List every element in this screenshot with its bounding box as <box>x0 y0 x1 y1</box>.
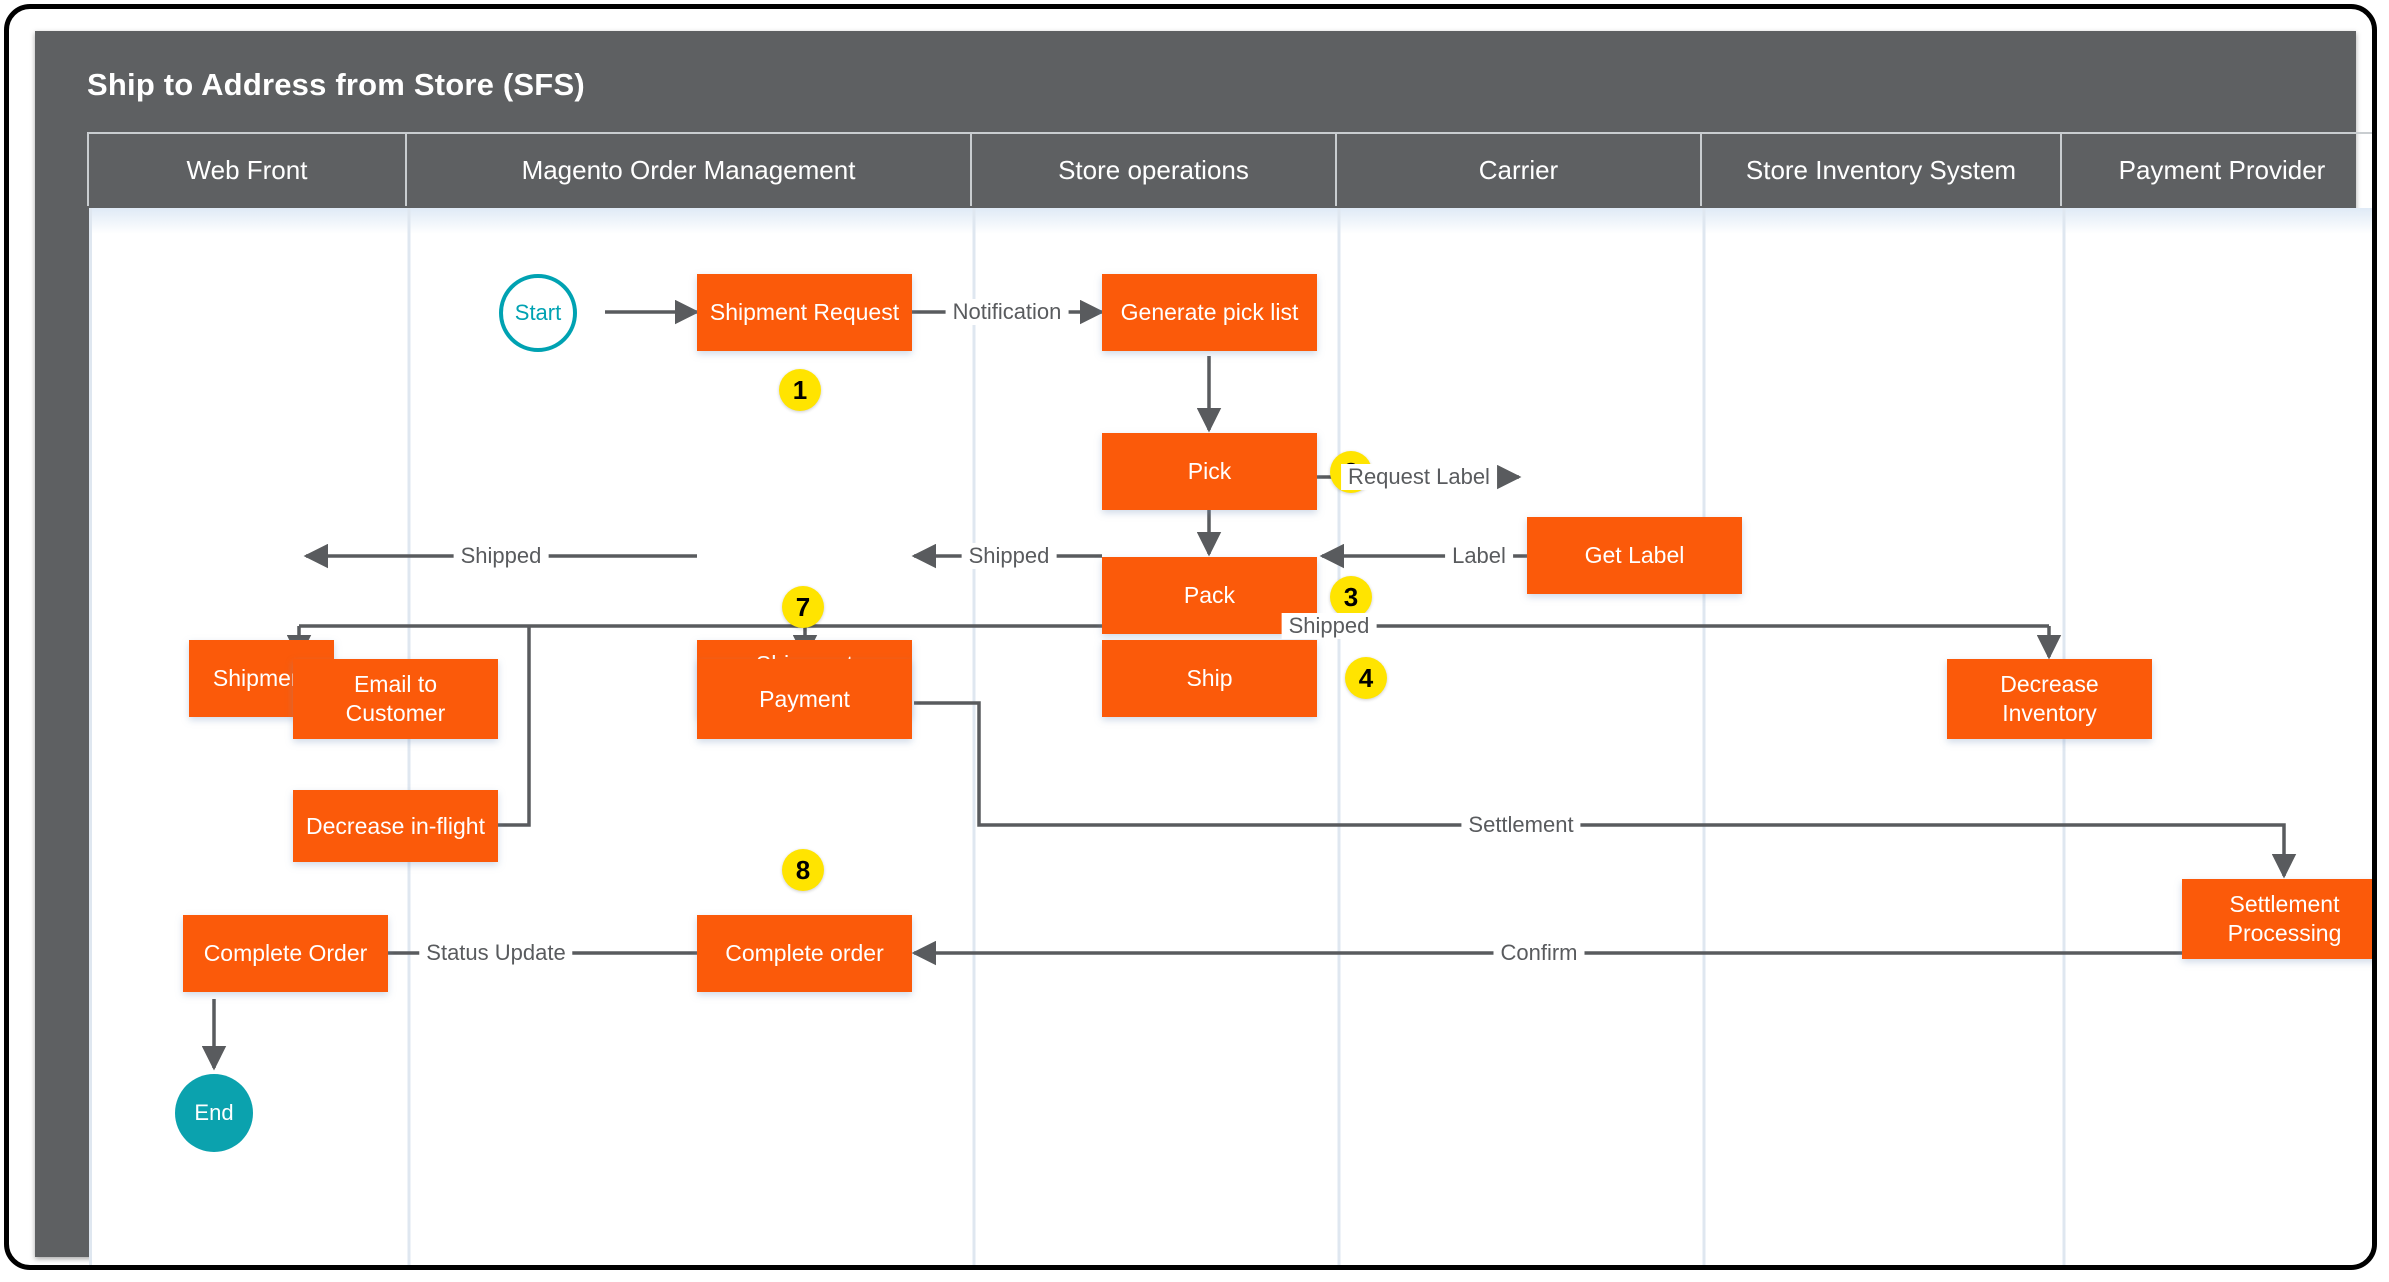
node-generate-pick-list-label: Generate pick list <box>1120 299 1299 326</box>
node-email-to-customer-label: Email to Customer <box>345 671 446 726</box>
node-decrease-in-flight-label: Decrease in-flight <box>306 812 485 839</box>
node-decrease-inventory[interactable]: Decrease Inventory <box>1947 659 2152 739</box>
page-title: Ship to Address from Store (SFS) <box>87 67 585 102</box>
node-complete-order-web-label: Complete Order <box>203 940 368 967</box>
lane-header-carrier: Carrier <box>1337 134 1702 206</box>
lane-header-payment-provider: Payment Provider <box>2118 154 2326 185</box>
badge-3: 3 <box>1330 576 1372 618</box>
edge-label-shipped-complete-to-shipment: Shipped <box>453 543 549 569</box>
badge-3-number: 3 <box>1343 581 1359 612</box>
edge-label-settlement: Settlement <box>1461 812 1581 838</box>
lane-header-store-inventory-system: Store Inventory System <box>1702 134 2062 206</box>
node-decrease-in-flight[interactable]: Decrease in-flight <box>293 790 498 862</box>
terminator-end[interactable]: End <box>175 1074 253 1152</box>
node-email-to-customer[interactable]: Email to Customer <box>293 659 498 739</box>
node-pack-label: Pack <box>1183 582 1236 609</box>
node-get-label-label: Get Label <box>1584 542 1685 569</box>
node-pick[interactable]: Pick <box>1102 433 1317 510</box>
node-payment[interactable]: Payment <box>697 659 912 739</box>
lane-header-store-operations: Store operations <box>972 134 1337 206</box>
edge-label-confirm: Confirm <box>1493 940 1585 966</box>
edge-label-request-label: Request Label <box>1341 464 1497 490</box>
node-complete-order-web[interactable]: Complete Order <box>183 915 388 992</box>
connector-layer <box>89 208 2372 1265</box>
node-get-label[interactable]: Get Label <box>1527 517 1742 594</box>
lane-dividers <box>89 208 2066 1265</box>
edge-label-shipped-ship-to-complete: Shipped <box>961 543 1057 569</box>
screenshot-root: Ship to Address from Store (SFS) Web Fro… <box>0 0 2389 1282</box>
terminator-start[interactable]: Start <box>499 274 577 352</box>
swimlane-diagram: Ship to Address from Store (SFS) Web Fro… <box>35 31 2372 1265</box>
node-shipment-request[interactable]: Shipment Request <box>697 274 912 351</box>
edge-label-shipped-to-inventory: Shipped <box>1281 613 1377 639</box>
lane-header-magento-order-management: Magento Order Management <box>407 134 972 206</box>
badge-4: 4 <box>1345 657 1387 699</box>
badge-8-number: 8 <box>795 854 811 885</box>
lane-top-tint <box>89 208 2372 234</box>
node-generate-pick-list[interactable]: Generate pick list <box>1102 274 1317 351</box>
lane-header-row: Web Front Magento Order Management Store… <box>87 132 2372 206</box>
badge-1: 1 <box>779 369 821 411</box>
badge-8: 8 <box>782 849 824 891</box>
node-ship[interactable]: Ship <box>1102 640 1317 717</box>
node-settlement-processing[interactable]: Settlement Processing <box>2182 879 2372 959</box>
node-payment-label: Payment <box>759 685 850 712</box>
edge-label-notification: Notification <box>945 299 1069 325</box>
node-complete-order-mom[interactable]: Complete order <box>697 915 912 992</box>
node-ship-label: Ship <box>1186 665 1233 692</box>
edge-label-label: Label <box>1445 543 1513 569</box>
node-shipment-request-label: Shipment Request <box>709 299 900 326</box>
terminator-start-label: Start <box>514 300 562 325</box>
edge-label-status-update: Status Update <box>419 940 573 966</box>
lane-header-web-front: Web Front <box>87 134 407 206</box>
node-complete-order-mom-label: Complete order <box>725 940 884 967</box>
node-pick-label: Pick <box>1187 458 1232 485</box>
node-decrease-inventory-label: Decrease Inventory <box>2000 671 2099 726</box>
badge-7-number: 7 <box>795 591 811 622</box>
diagram-canvas: Start End Shipment Request Generate pick… <box>89 208 2372 1265</box>
badge-1-number: 1 <box>792 374 808 405</box>
terminator-end-label: End <box>194 1100 234 1125</box>
badge-4-number: 4 <box>1358 662 1374 693</box>
node-settlement-processing-label: Settlement Processing <box>2227 891 2342 946</box>
badge-7: 7 <box>782 586 824 628</box>
image-frame: Ship to Address from Store (SFS) Web Fro… <box>4 4 2377 1270</box>
